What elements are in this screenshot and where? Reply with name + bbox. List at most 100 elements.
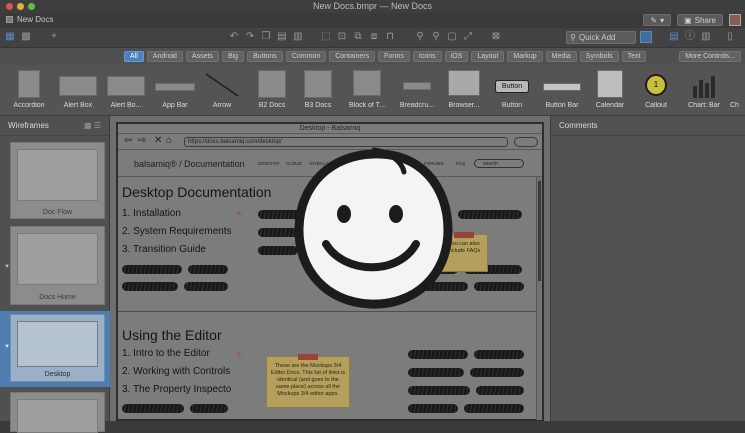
wireframe-label: Desktop <box>44 371 71 378</box>
zoom-out-icon[interactable]: ⚲ <box>430 31 442 43</box>
library-item-alert-box[interactable]: Alert Box <box>54 68 102 114</box>
filter-tab-android[interactable]: Android <box>146 51 183 62</box>
send-back-icon[interactable]: ⧈ <box>368 31 380 43</box>
filter-tab-symbols[interactable]: Symbols <box>579 51 619 62</box>
more-controls-button[interactable]: More Controls... <box>679 51 741 62</box>
back-arrow-icon: ⇦ <box>124 135 133 146</box>
library-item-arrow[interactable]: Arrow <box>200 68 244 114</box>
copy-icon[interactable]: ❐ <box>260 31 272 43</box>
library-item-alert-box-2[interactable]: Alert Bo... <box>104 68 148 114</box>
doc-link-property-inspector: 3. The Property Inspecto <box>122 384 232 395</box>
filter-tab-text[interactable]: Text <box>621 51 647 62</box>
comments-panel: Comments <box>550 116 745 421</box>
wireframe-thumbnail-next[interactable] <box>10 392 105 433</box>
document-tab[interactable]: New Docs <box>6 15 53 24</box>
filter-tab-containers[interactable]: Containers <box>329 51 376 62</box>
callout-thumbnail: 1 <box>645 74 667 96</box>
share-button[interactable]: ▣ Share <box>677 14 723 26</box>
filter-tab-assets[interactable]: Assets <box>185 51 219 62</box>
library-item-button[interactable]: Button Button <box>490 68 534 114</box>
grid-view-icon[interactable]: ▩ <box>20 31 32 43</box>
sticky-note-text: These are the Mockups 3/4 Editor Docs. T… <box>270 363 346 397</box>
undo-icon[interactable]: ↶ <box>228 31 240 43</box>
redo-icon[interactable]: ↷ <box>244 31 256 43</box>
chart-bar-thumbnail <box>693 76 715 98</box>
filter-tab-icons[interactable]: Icons <box>412 51 442 62</box>
library-item-callout[interactable]: 1 Callout <box>636 68 676 114</box>
quick-add-field[interactable]: ⚲ Quick Add <box>566 31 636 44</box>
library-item-breadcrumbs[interactable]: Breadcru... <box>396 68 438 114</box>
wireframes-panel-header: Wireframes ▦ ☰ <box>0 116 109 136</box>
wireframe-thumbnail-doc-flow[interactable]: Doc Flow <box>10 142 105 219</box>
paste-icon[interactable]: ▤ <box>276 31 288 43</box>
site-nav-faq: FAQ <box>456 161 466 166</box>
library-item-browser[interactable]: Browser... <box>444 68 484 114</box>
ungroup-icon[interactable]: ⊡ <box>336 31 348 43</box>
sticky-tape <box>298 354 318 360</box>
add-icon[interactable]: + <box>48 31 60 43</box>
user-avatar[interactable] <box>729 14 741 26</box>
zoom-in-icon[interactable]: ⚲ <box>414 31 426 43</box>
library-item-b2-docs[interactable]: B2 Docs <box>252 68 292 114</box>
filter-tab-common[interactable]: Common <box>285 51 327 62</box>
comment-icon[interactable]: ▤ <box>668 31 680 43</box>
fit-icon[interactable]: ⤢ <box>462 31 474 43</box>
library-item-calendar[interactable]: Calendar <box>590 68 630 114</box>
scribble-text <box>122 282 178 291</box>
tab-row-actions: ✎ ▾ ▣ Share <box>643 14 741 26</box>
browser-scrollbar[interactable] <box>536 177 542 420</box>
document-tab-row: New Docs ✎ ▾ ▣ Share <box>0 13 745 28</box>
library-item-chart-partial[interactable]: Ch <box>730 68 745 114</box>
wireframe-preview <box>17 149 98 201</box>
filter-tab-layout[interactable]: Layout <box>471 51 505 62</box>
scribble-text <box>470 368 524 377</box>
delete-icon[interactable]: ⊠ <box>490 31 502 43</box>
list-view-icon[interactable]: ▦ ☰ <box>84 116 101 136</box>
wireframe-thumbnail-docs-home[interactable]: Docs Home <box>10 226 105 305</box>
wireframe-thumbnail-desktop[interactable]: Desktop <box>10 314 105 382</box>
edit-mode-button[interactable]: ✎ ▾ <box>643 14 672 26</box>
library-item-button-bar[interactable]: Button Bar <box>540 68 584 114</box>
library-item-label: Chart: Bar <box>688 102 720 109</box>
library-item-b3-docs[interactable]: B3 Docs <box>298 68 338 114</box>
clipboard-icon[interactable]: ▥ <box>292 31 304 43</box>
library-item-app-bar[interactable]: App Bar <box>150 68 200 114</box>
filter-tab-markup[interactable]: Markup <box>507 51 543 62</box>
sticky-note-editor-docs: These are the Mockups 3/4 Editor Docs. T… <box>266 354 350 408</box>
doc-link-installation: 1. Installation <box>122 208 181 219</box>
library-item-accordion[interactable]: Accordion <box>6 68 52 114</box>
filter-tab-forms[interactable]: Forms <box>378 51 410 62</box>
filter-tab-media[interactable]: Media <box>545 51 577 62</box>
scribble-text <box>476 386 524 395</box>
info-icon[interactable]: ⓘ <box>684 31 696 43</box>
zoom-window-button[interactable] <box>28 3 35 10</box>
section-title-using-editor: Using the Editor <box>122 327 222 343</box>
filter-tab-ios[interactable]: iOS <box>444 51 469 62</box>
ui-library-toggle[interactable] <box>640 31 652 43</box>
scribble-text <box>408 404 458 413</box>
title-bar: New Docs.bmpr — New Docs <box>0 0 745 13</box>
scribble-text <box>188 265 228 274</box>
button-thumbnail: Button <box>495 80 529 93</box>
filter-tab-big[interactable]: Big <box>221 51 245 62</box>
lock-icon[interactable]: ⊓ <box>384 31 396 43</box>
library-item-chart-bar[interactable]: Chart: Bar <box>684 68 724 114</box>
wireframe-preview <box>17 399 98 433</box>
filter-tab-all[interactable]: All <box>124 51 144 62</box>
close-window-button[interactable] <box>6 3 13 10</box>
scroll-thumb[interactable] <box>538 181 541 281</box>
group-icon[interactable]: ⬚ <box>320 31 332 43</box>
bring-front-icon[interactable]: ⧉ <box>352 31 364 43</box>
scribble-text <box>408 368 464 377</box>
actual-size-icon[interactable]: ▢ <box>446 31 458 43</box>
wireframe-view-icon[interactable]: ▦ <box>4 31 16 43</box>
scribble-text <box>122 404 184 413</box>
library-item-label: App Bar <box>162 102 188 109</box>
minimize-window-button[interactable] <box>17 3 24 10</box>
filter-tab-buttons[interactable]: Buttons <box>247 51 283 62</box>
notes-icon[interactable]: ▥ <box>700 31 712 43</box>
library-item-block-of-text[interactable]: Block of T... <box>346 68 388 114</box>
scribble-text <box>408 386 470 395</box>
library-item-label: B2 Docs <box>258 102 286 109</box>
inspector-icon[interactable]: ▯ <box>724 31 736 43</box>
